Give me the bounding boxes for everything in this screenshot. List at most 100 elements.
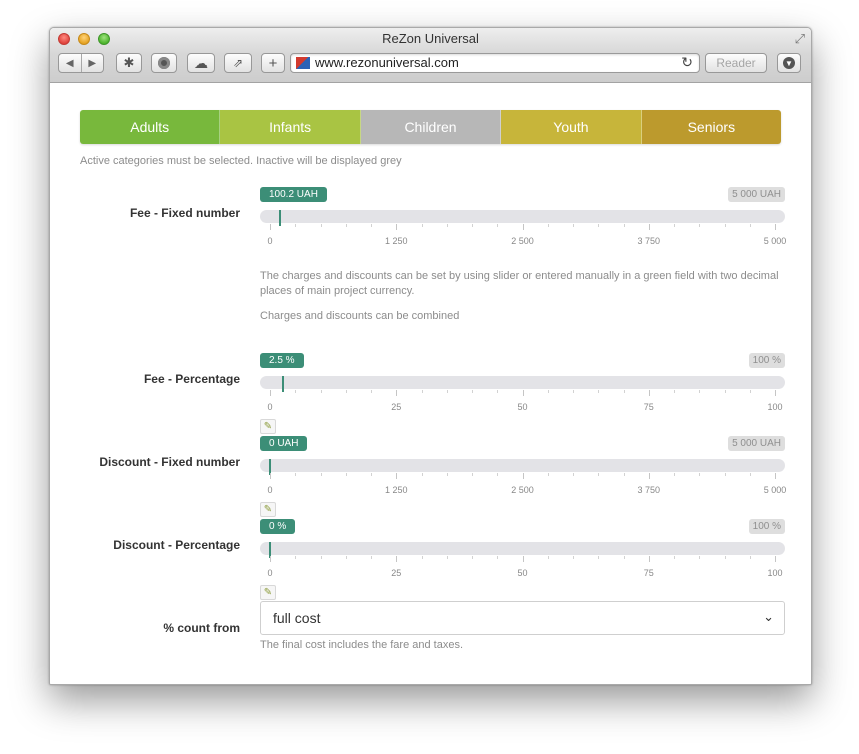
major-tick <box>396 224 398 230</box>
tick-label: 0 <box>267 485 273 495</box>
pencil-icon: ✎ <box>263 587 273 598</box>
tab-seniors[interactable]: Seniors <box>641 110 781 144</box>
slider-track[interactable] <box>260 210 785 223</box>
minor-tick <box>446 224 448 227</box>
tab-infants[interactable]: Infants <box>220 110 361 144</box>
minor-tick <box>345 224 347 227</box>
slider-track[interactable] <box>260 376 785 389</box>
cloud-button[interactable]: ☁ <box>187 53 215 73</box>
browser-window: ReZon Universal ⤢ ◀ ▶ ✱ ☁ ⇗ + www.rezonu… <box>49 27 812 685</box>
discount-fixed-label: Discount - Fixed number <box>99 455 240 469</box>
minor-tick <box>497 390 499 393</box>
slider-track[interactable] <box>260 542 785 555</box>
site-favicon <box>296 57 310 69</box>
downloads-button[interactable]: ▼ <box>777 53 801 73</box>
minor-tick <box>699 224 701 227</box>
tick-label: 50 <box>517 402 528 412</box>
reload-icon[interactable]: ↻ <box>681 54 693 71</box>
tick-label: 2 500 <box>511 236 534 246</box>
minor-tick <box>724 556 726 559</box>
categories-hint: Active categories must be selected. Inac… <box>80 155 402 167</box>
minor-tick <box>320 224 322 227</box>
bug-button[interactable]: ✱ <box>116 53 142 73</box>
page-content: Adults Infants Children Youth Seniors Ac… <box>50 83 811 684</box>
tick-label: 25 <box>391 568 402 578</box>
minor-tick <box>598 224 600 227</box>
fee-percentage-value-input[interactable]: 2.5 % <box>260 353 304 368</box>
fee-percentage-edit-button[interactable]: ✎ <box>260 419 276 434</box>
discount-percentage-max: 100 % <box>748 519 785 534</box>
camera-button[interactable] <box>151 53 177 73</box>
tab-children[interactable]: Children <box>360 110 502 144</box>
minor-tick <box>749 390 751 393</box>
minor-tick <box>371 390 372 393</box>
fullscreen-icon[interactable]: ⤢ <box>795 31 805 47</box>
url-text[interactable]: www.rezonuniversal.com <box>315 55 459 70</box>
major-tick <box>648 473 650 479</box>
tab-adults[interactable]: Adults <box>80 110 221 144</box>
address-bar[interactable]: www.rezonuniversal.com ↻ <box>290 53 700 73</box>
minor-tick <box>345 556 347 559</box>
discount-percentage-value-input[interactable]: 0 % <box>260 519 296 534</box>
minor-tick <box>623 556 625 559</box>
discount-percentage-edit-button[interactable]: ✎ <box>260 585 276 600</box>
minor-tick <box>446 473 448 476</box>
minor-tick <box>320 556 322 559</box>
tick-label: 100 <box>767 568 783 578</box>
slider-track[interactable] <box>260 459 785 472</box>
forward-icon[interactable]: ▶ <box>82 54 104 72</box>
discount-fixed-slider[interactable]: 0 UAH 5 000 UAH 0 1 250 2 500 3 750 5 00… <box>260 436 786 500</box>
minor-tick <box>446 556 448 559</box>
minor-tick <box>699 556 701 559</box>
pencil-icon: ✎ <box>263 421 273 432</box>
major-tick <box>270 224 271 230</box>
major-tick <box>270 556 271 562</box>
minor-tick <box>724 224 726 227</box>
count-from-label: % count from <box>163 621 240 635</box>
minor-tick <box>724 390 726 393</box>
major-tick <box>396 556 398 562</box>
tick-label: 75 <box>643 402 654 412</box>
discount-fixed-edit-button[interactable]: ✎ <box>260 502 276 517</box>
minor-tick <box>674 224 675 227</box>
fee-fixed-value-input[interactable]: 100.2 UAH <box>260 187 327 202</box>
slider-ticks <box>270 224 776 232</box>
major-tick <box>522 473 524 479</box>
new-tab-button[interactable]: + <box>261 53 285 73</box>
fee-percentage-max: 100 % <box>748 353 785 368</box>
reader-button[interactable]: Reader <box>705 53 767 73</box>
count-from-select[interactable]: full cost ⌄ <box>260 601 785 635</box>
tick-label: 75 <box>643 568 654 578</box>
minor-tick <box>573 473 574 476</box>
discount-fixed-value-input[interactable]: 0 UAH <box>260 436 308 451</box>
major-tick <box>775 556 776 562</box>
minor-tick <box>497 224 499 227</box>
major-tick <box>270 473 271 479</box>
pencil-icon: ✎ <box>263 504 273 515</box>
minor-tick <box>749 556 751 559</box>
major-tick <box>648 556 650 562</box>
minor-tick <box>573 224 574 227</box>
slider-usage-note: The charges and discounts can be set by … <box>260 270 779 297</box>
minor-tick <box>598 473 600 476</box>
minor-tick <box>598 390 600 393</box>
tick-label: 5 000 <box>763 236 787 246</box>
combine-note: Charges and discounts can be combined <box>260 310 460 322</box>
tick-label: 3 750 <box>637 485 661 495</box>
download-icon: ▼ <box>783 57 795 69</box>
minor-tick <box>623 473 625 476</box>
minor-tick <box>497 473 499 476</box>
major-tick <box>396 473 398 479</box>
minor-tick <box>547 390 549 393</box>
back-icon[interactable]: ◀ <box>59 54 82 72</box>
tick-label: 25 <box>391 402 402 412</box>
fee-fixed-slider[interactable]: 100.2 UAH 5 000 UAH 0 1 250 2 500 3 750 … <box>260 187 787 251</box>
fee-percentage-slider[interactable]: 2.5 % 100 % 0 25 50 75 100 <box>260 353 785 417</box>
discount-percentage-slider[interactable]: 0 % 100 % 0 25 50 75 100 <box>260 519 785 583</box>
tab-youth[interactable]: Youth <box>501 110 642 144</box>
minor-tick <box>295 473 297 476</box>
share-button[interactable]: ⇗ <box>224 53 252 73</box>
count-from-help: The final cost includes the fare and tax… <box>260 639 464 651</box>
minor-tick <box>295 224 297 227</box>
fee-fixed-max: 5 000 UAH <box>728 187 785 202</box>
